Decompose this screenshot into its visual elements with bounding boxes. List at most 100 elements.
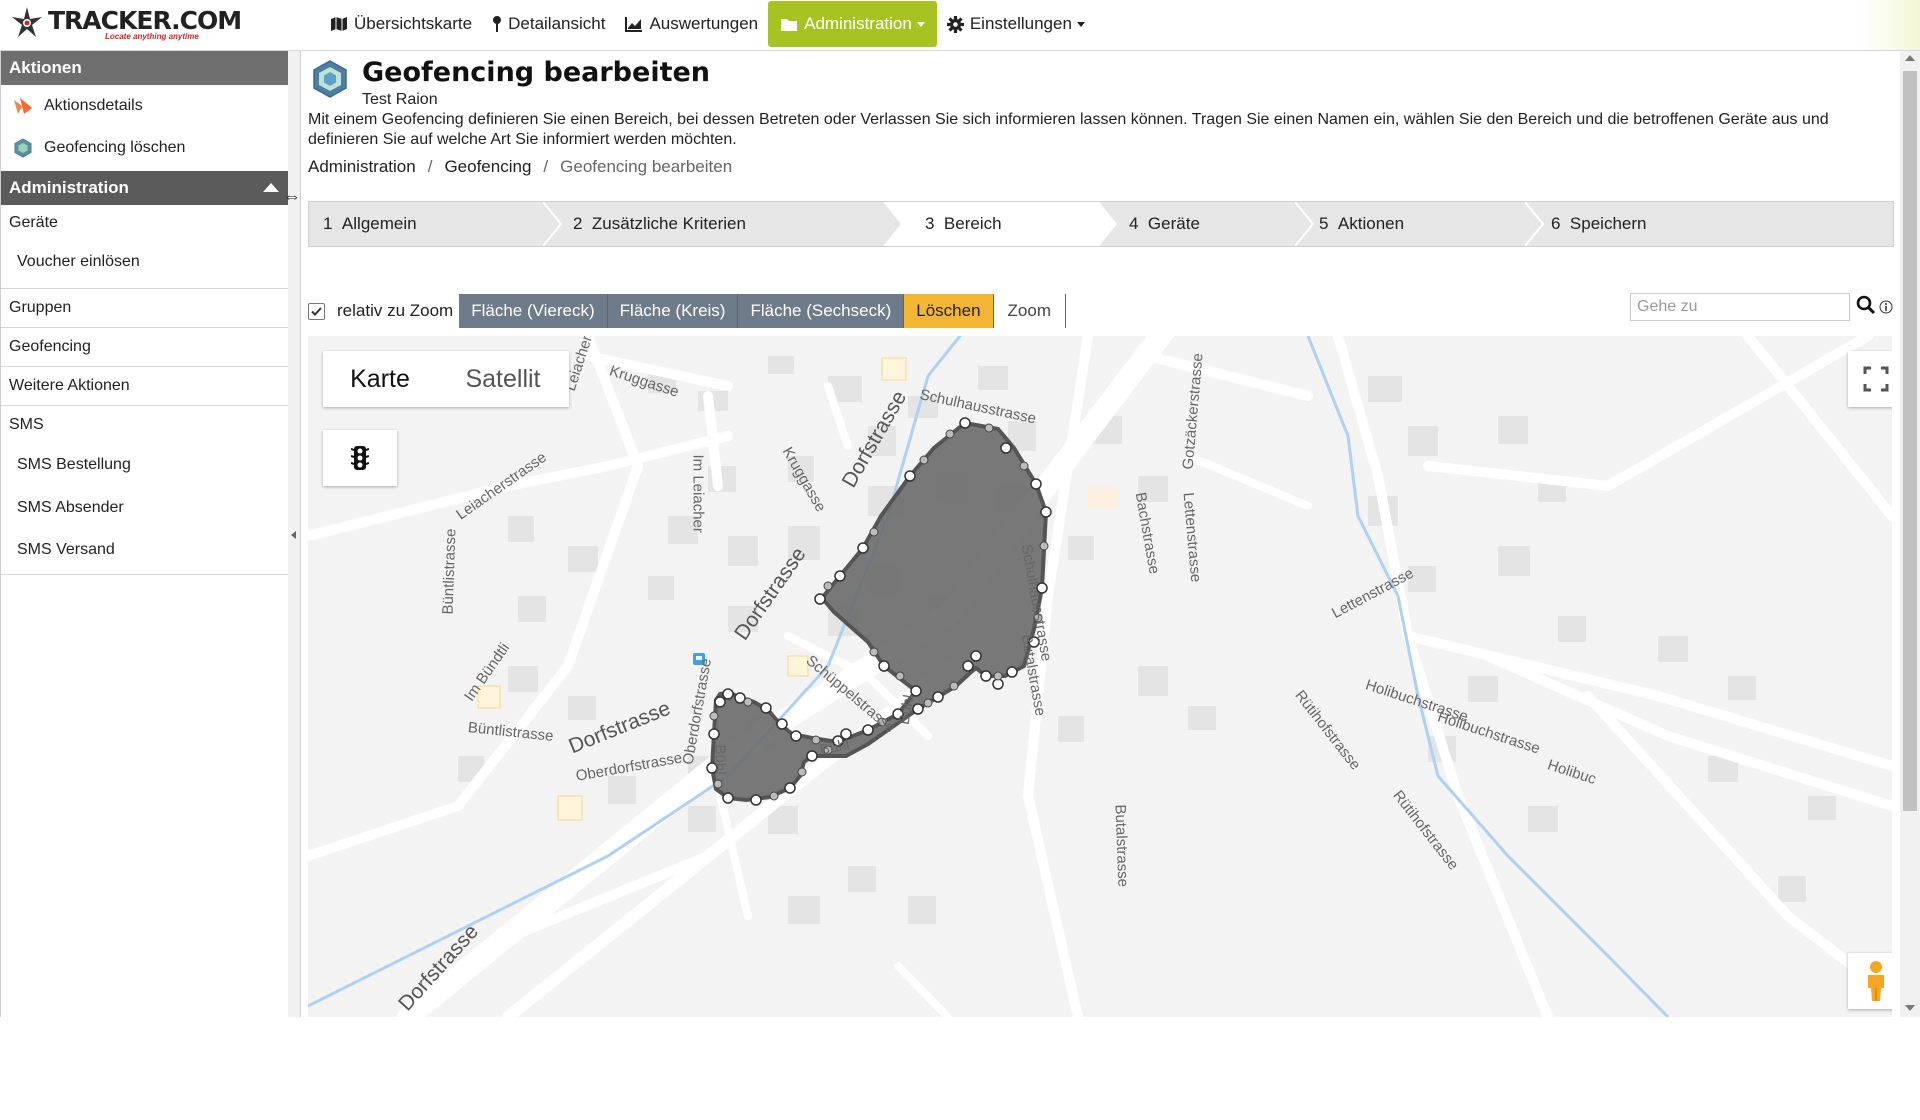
sidebar-item-weitere-aktionen[interactable]: Weitere Aktionen — [1, 367, 289, 406]
sidebar-item-label: Voucher einlösen — [17, 252, 140, 270]
scrollbar-thumb[interactable] — [1903, 71, 1917, 811]
brand-name: TRACKER.COM — [48, 6, 242, 35]
step-label: Speichern — [1569, 214, 1647, 233]
sidebar-section-aktionen: Aktionen — [1, 51, 289, 85]
map-type-control: Karte Satellit — [323, 351, 569, 407]
area-square-button[interactable]: Fläche (Viereck) — [459, 294, 608, 328]
geofence-icon — [313, 60, 347, 98]
area-circle-button[interactable]: Fläche (Kreis) — [607, 294, 739, 328]
map-base — [308, 336, 1892, 1017]
brand-tagline: Locate anything anytime — [105, 32, 199, 41]
area-hexagon-button[interactable]: Fläche (Sechseck) — [738, 294, 905, 328]
step-number: 6 — [1551, 214, 1561, 233]
sidebar-item-sms-absender[interactable]: SMS Absender — [1, 486, 289, 529]
relative-zoom-label: relativ zu Zoom — [337, 301, 454, 320]
sidebar-section-title: Administration — [9, 178, 129, 197]
step-label: Zusätzliche Kriterien — [591, 214, 746, 233]
topbar-decoration — [1860, 0, 1920, 50]
nav-einstellungen[interactable]: Einstellungen — [937, 0, 1095, 48]
sidebar-item-label: SMS Absender — [17, 498, 124, 516]
sidebar-item-aktionsdetails[interactable]: Aktionsdetails — [1, 85, 289, 127]
map-type-satellit-button[interactable]: Satellit — [437, 351, 569, 407]
breadcrumb-separator: / — [543, 157, 549, 176]
sidebar-item-label: SMS — [9, 416, 44, 433]
map-icon — [331, 17, 347, 31]
nav-administration[interactable]: Administration — [768, 1, 937, 47]
pin-icon — [493, 16, 502, 32]
wizard-steps: 1 Allgemein 2 Zusätzliche Kriterien 3 Be… — [308, 201, 1894, 247]
collapse-up-icon[interactable] — [263, 183, 279, 192]
gear-icon — [946, 15, 964, 33]
search-icon[interactable] — [1856, 295, 1876, 315]
sidebar-item-geofencing[interactable]: Geofencing — [1, 328, 289, 367]
info-icon[interactable] — [1879, 300, 1893, 314]
sidebar-item-gruppen[interactable]: Gruppen — [1, 289, 289, 328]
step-divider — [1099, 202, 1117, 246]
nav-label: Übersichtskarte — [354, 14, 473, 33]
map-type-karte-button[interactable]: Karte — [323, 351, 437, 407]
sidebar-item-sms[interactable]: SMS — [1, 406, 289, 444]
traffic-layer-button[interactable] — [323, 430, 397, 486]
step-number: 3 — [925, 214, 935, 233]
chevron-down-icon — [1076, 21, 1085, 27]
nav-uebersichtskarte[interactable]: Übersichtskarte — [320, 0, 482, 48]
nav-auswertungen[interactable]: Auswertungen — [615, 0, 768, 48]
scroll-down-icon[interactable] — [1905, 1005, 1915, 1011]
step-number: 2 — [573, 214, 583, 233]
step-zusaetzliche-kriterien[interactable]: 2 Zusätzliche Kriterien — [573, 202, 883, 246]
step-bereich[interactable]: 3 Bereich — [883, 202, 1099, 246]
logo-star-icon — [12, 7, 42, 37]
brand-logo[interactable]: TRACKER.COM Locate anything anytime — [10, 3, 242, 43]
nav-label: Detailansicht — [508, 14, 606, 33]
street-label: Butalstrasse — [1111, 804, 1132, 888]
step-label: Geräte — [1147, 214, 1200, 233]
step-allgemein[interactable]: 1 Allgemein — [323, 202, 553, 246]
step-aktionen[interactable]: 5 Aktionen — [1319, 202, 1539, 246]
chevron-left-icon[interactable] — [291, 531, 297, 539]
action-details-icon — [11, 94, 35, 118]
step-divider — [1295, 202, 1315, 246]
top-navbar: TRACKER.COM Locate anything anytime Über… — [0, 0, 1920, 51]
sidebar-item-label: Geofencing — [9, 338, 91, 355]
relative-zoom-checkbox[interactable] — [308, 302, 325, 320]
step-label: Bereich — [943, 214, 1002, 233]
scroll-up-icon[interactable] — [1905, 55, 1915, 61]
nav-label: Auswertungen — [649, 14, 759, 33]
traffic-light-icon — [351, 446, 369, 470]
chevron-down-icon — [916, 21, 925, 27]
breadcrumb-administration[interactable]: Administration — [308, 157, 416, 177]
step-divider — [1525, 202, 1545, 246]
sidebar-section-administration[interactable]: Administration — [1, 171, 289, 205]
goto-input[interactable]: Gehe zu — [1630, 293, 1850, 321]
check-icon — [311, 306, 322, 316]
sidebar-item-label: Gruppen — [9, 299, 72, 316]
sidebar-item-label: SMS Bestellung — [17, 456, 131, 473]
delete-button[interactable]: Löschen — [904, 294, 994, 328]
page-scrollbar[interactable] — [1900, 51, 1920, 1017]
sidebar-item-label: Geräte — [9, 214, 58, 231]
step-number: 1 — [323, 214, 333, 233]
sidebar-item-label: Aktionsdetails — [44, 97, 143, 114]
fullscreen-button[interactable] — [1848, 351, 1892, 407]
nav-detailansicht[interactable]: Detailansicht — [482, 0, 615, 48]
sidebar-item-sms-bestellung[interactable]: SMS Bestellung — [1, 444, 289, 486]
step-divider — [543, 202, 563, 246]
resize-cursor-icon: ⇔ — [283, 186, 301, 206]
step-number: 4 — [1129, 214, 1139, 233]
street-view-button[interactable] — [1848, 953, 1892, 1009]
street-label: Im Leiacher — [689, 454, 707, 533]
sidebar-item-label: Weitere Aktionen — [9, 377, 130, 394]
page-title: Geofencing bearbeiten — [362, 57, 711, 88]
sidebar-item-geofencing-loeschen[interactable]: Geofencing löschen — [1, 127, 289, 169]
map-canvas[interactable]: Kruggasse Leiachers Im Leiacher Kruggass… — [308, 336, 1892, 1017]
zoom-button[interactable]: Zoom — [994, 294, 1066, 328]
sidebar-item-sms-versand[interactable]: SMS Versand — [1, 529, 289, 575]
sidebar-item-label: Geofencing löschen — [44, 139, 186, 156]
step-number: 5 — [1319, 214, 1329, 233]
sidebar-item-geraete[interactable]: Geräte — [1, 205, 289, 241]
step-speichern[interactable]: 6 Speichern — [1551, 202, 1851, 246]
breadcrumb-geofencing[interactable]: Geofencing — [444, 157, 531, 177]
sidebar-item-voucher[interactable]: Voucher einlösen — [1, 241, 289, 289]
geofence-delete-icon — [11, 136, 35, 160]
geofence-toolbar: relativ zu Zoom Fläche (Viereck) Fläche … — [308, 294, 1066, 328]
